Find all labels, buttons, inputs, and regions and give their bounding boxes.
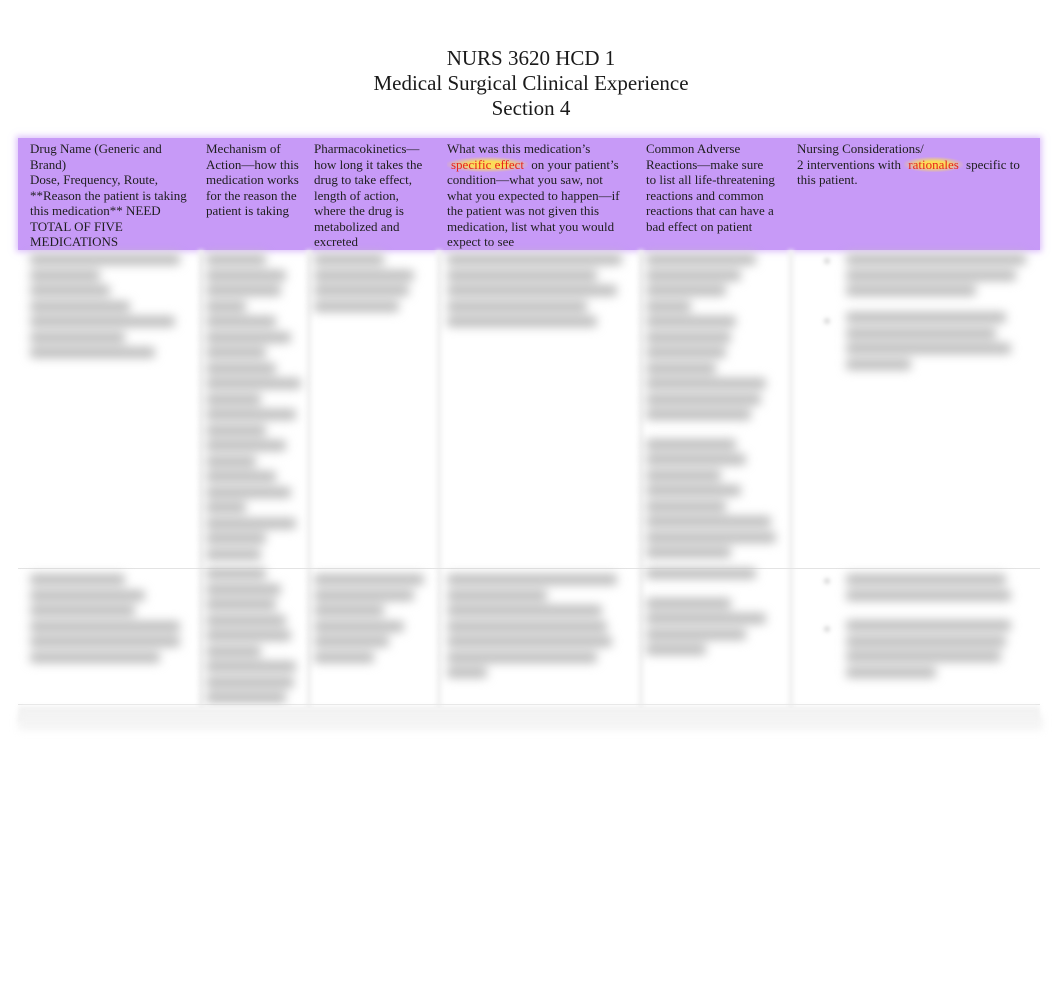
- header-mechanism: Mechanism of Action—how this medication …: [206, 141, 302, 219]
- blurred-cell-content: [447, 254, 629, 332]
- header-drug-name-line1: Drug Name (Generic and Brand): [30, 141, 162, 172]
- header-drug-name-line2: Dose, Frequency, Route, **Reason the pat…: [30, 172, 187, 249]
- bullet-icon: [824, 258, 830, 264]
- section-title: Section 4: [491, 96, 571, 120]
- blurred-cell-content: [846, 620, 1031, 682]
- blurred-cell-content: [206, 254, 304, 564]
- blurred-cell-content: [646, 568, 781, 660]
- blurred-cell-content: [206, 568, 304, 708]
- blurred-cell-content: [30, 574, 190, 667]
- bullet-icon: [824, 318, 830, 324]
- document-title: NURS 3620 HCD 1 Medical Surgical Clinica…: [0, 46, 1062, 121]
- header-adverse-reactions-text: Common Adverse Reactions—make sure to li…: [646, 141, 775, 234]
- header-nursing-line1: Nursing Considerations/: [797, 141, 924, 156]
- header-nursing-before: 2 interventions with: [797, 156, 905, 172]
- highlight-specific-effect: specific effect: [447, 156, 529, 172]
- header-mechanism-text: Mechanism of Action—how this medication …: [206, 141, 299, 218]
- header-pharmacokinetics: Pharmacokinetics—how long it takes the d…: [314, 141, 432, 250]
- table-bottom-edge: [18, 716, 1043, 730]
- header-specific-effect: What was this medication’s specific effe…: [447, 141, 629, 250]
- header-nursing-considerations: Nursing Considerations/ 2 interventions …: [797, 141, 1027, 188]
- blurred-cell-content: [447, 574, 629, 683]
- course-title: NURS 3620 HCD 1: [446, 46, 616, 70]
- blurred-cell-content: [846, 312, 1031, 374]
- experience-title: Medical Surgical Clinical Experience: [373, 71, 689, 95]
- bullet-icon: [824, 578, 830, 584]
- blurred-cell-content: [314, 254, 429, 316]
- table-row: [18, 568, 1040, 708]
- header-specific-effect-before: What was this medication’s: [447, 141, 591, 156]
- header-nursing-line2: 2 interventions with rationales specific…: [797, 156, 1027, 188]
- table-row: [18, 250, 1040, 569]
- blurred-cell-content: [30, 254, 188, 363]
- header-specific-effect-text: What was this medication’s specific effe…: [447, 141, 629, 250]
- table-body: [18, 250, 1043, 721]
- medication-table: Drug Name (Generic and Brand) Dose, Freq…: [18, 138, 1043, 721]
- header-adverse-reactions: Common Adverse Reactions—make sure to li…: [646, 141, 776, 234]
- header-pharmacokinetics-text: Pharmacokinetics—how long it takes the d…: [314, 141, 423, 249]
- blurred-cell-content: [846, 254, 1031, 301]
- header-drug-name: Drug Name (Generic and Brand) Dose, Freq…: [30, 141, 195, 250]
- highlight-rationales: rationales: [904, 156, 963, 172]
- blurred-cell-content: [646, 254, 781, 563]
- blurred-cell-content: [846, 574, 1031, 605]
- blurred-cell-content: [314, 574, 429, 667]
- bullet-icon: [824, 626, 830, 632]
